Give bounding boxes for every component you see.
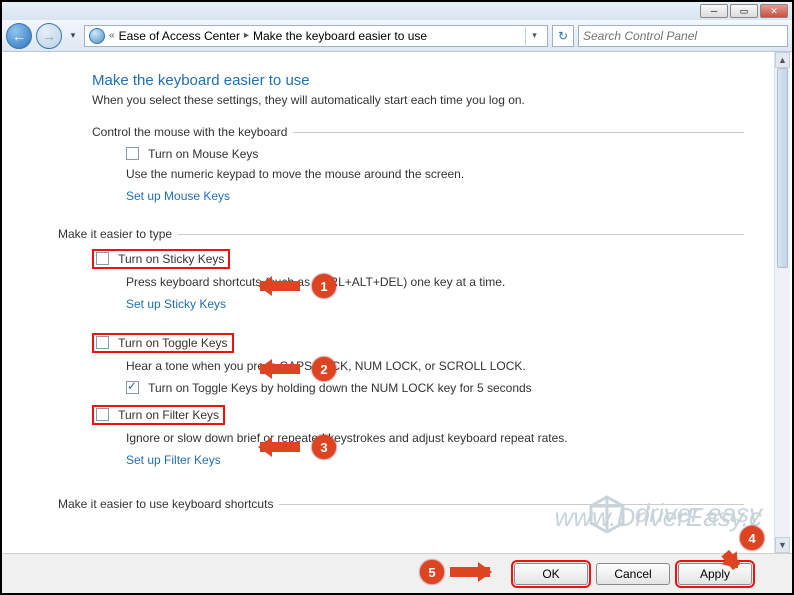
scroll-down-button[interactable]: ▼: [775, 537, 790, 553]
filter-desc: Ignore or slow down brief or repeated ke…: [126, 431, 744, 445]
checkbox-label: Turn on Sticky Keys: [118, 252, 224, 266]
maximize-button[interactable]: ▭: [730, 4, 758, 18]
mouse-keys-desc: Use the numeric keypad to move the mouse…: [126, 167, 744, 181]
annotation-badge-5: 5: [420, 560, 444, 584]
scroll-thumb[interactable]: [777, 68, 788, 268]
arrow-left-icon: ←: [12, 28, 26, 44]
annotation-badge-2: 2: [312, 357, 336, 381]
annotation-badge-3: 3: [312, 435, 336, 459]
section-mouse-label: Control the mouse with the keyboard: [92, 125, 744, 139]
annotation-arrow-5: [450, 567, 490, 577]
checkbox-label: Turn on Filter Keys: [118, 408, 219, 422]
history-dropdown[interactable]: ▾: [66, 23, 80, 49]
cancel-button[interactable]: Cancel: [596, 563, 670, 585]
content-pane: Make the keyboard easier to use When you…: [2, 52, 774, 553]
annotation-badge-4: 4: [740, 526, 764, 550]
ok-button[interactable]: OK: [514, 563, 588, 585]
page-subtitle: When you select these settings, they wil…: [92, 93, 744, 107]
back-button[interactable]: ←: [6, 23, 32, 49]
checkbox-label: Turn on Toggle Keys by holding down the …: [148, 381, 532, 395]
toggle-desc: Hear a tone when you press CAPS LOCK, NU…: [126, 359, 744, 373]
breadcrumb-dropdown[interactable]: ▾: [525, 25, 543, 47]
highlight-toggle: Turn on Toggle Keys: [92, 333, 234, 353]
checkbox-toggle-numlock[interactable]: [126, 381, 139, 394]
link-setup-sticky-keys[interactable]: Set up Sticky Keys: [126, 297, 226, 311]
section-type-label: Make it easier to type: [58, 227, 744, 241]
page-title: Make the keyboard easier to use: [92, 72, 744, 89]
highlight-sticky: Turn on Sticky Keys: [92, 249, 230, 269]
title-bar: ─ ▭ ✕: [2, 2, 792, 20]
annotation-arrow-3: [260, 442, 300, 452]
annotation-arrow-4: [721, 550, 740, 570]
section-shortcuts-label: Make it easier to use keyboard shortcuts: [58, 497, 744, 511]
scroll-up-button[interactable]: ▲: [775, 52, 790, 68]
highlight-filter: Turn on Filter Keys: [92, 405, 225, 425]
ease-of-access-icon: [89, 28, 105, 44]
checkbox-filter-keys[interactable]: [96, 408, 109, 421]
checkbox-toggle-keys[interactable]: [96, 336, 109, 349]
breadcrumb-item[interactable]: Ease of Access Center: [119, 29, 240, 43]
checkbox-label: Turn on Toggle Keys: [118, 336, 227, 350]
annotation-badge-1: 1: [312, 274, 336, 298]
sticky-desc: Press keyboard shortcuts (such as CTRL+A…: [126, 275, 744, 289]
refresh-button[interactable]: ↻: [552, 25, 574, 47]
breadcrumb-item[interactable]: Make the keyboard easier to use: [253, 29, 427, 43]
close-button[interactable]: ✕: [760, 4, 788, 18]
button-bar: OK Cancel Apply: [2, 553, 792, 593]
chevron-left-icon: «: [109, 30, 115, 41]
checkbox-sticky-keys[interactable]: [96, 252, 109, 265]
breadcrumb[interactable]: « Ease of Access Center ▸ Make the keybo…: [84, 25, 548, 47]
vertical-scrollbar[interactable]: ▲ ▼: [774, 52, 790, 553]
link-setup-mouse-keys[interactable]: Set up Mouse Keys: [126, 189, 230, 203]
search-input[interactable]: [578, 25, 788, 47]
annotation-arrow-2: [260, 364, 300, 374]
minimize-button[interactable]: ─: [700, 4, 728, 18]
refresh-icon: ↻: [558, 29, 568, 43]
checkbox-mouse-keys[interactable]: [126, 147, 139, 160]
forward-button[interactable]: →: [36, 23, 62, 49]
annotation-arrow-1: [260, 281, 300, 291]
chevron-right-icon: ▸: [244, 30, 249, 41]
arrow-right-icon: →: [42, 28, 56, 44]
checkbox-label: Turn on Mouse Keys: [148, 147, 258, 161]
link-setup-filter-keys[interactable]: Set up Filter Keys: [126, 453, 221, 467]
nav-bar: ← → ▾ « Ease of Access Center ▸ Make the…: [2, 20, 792, 52]
